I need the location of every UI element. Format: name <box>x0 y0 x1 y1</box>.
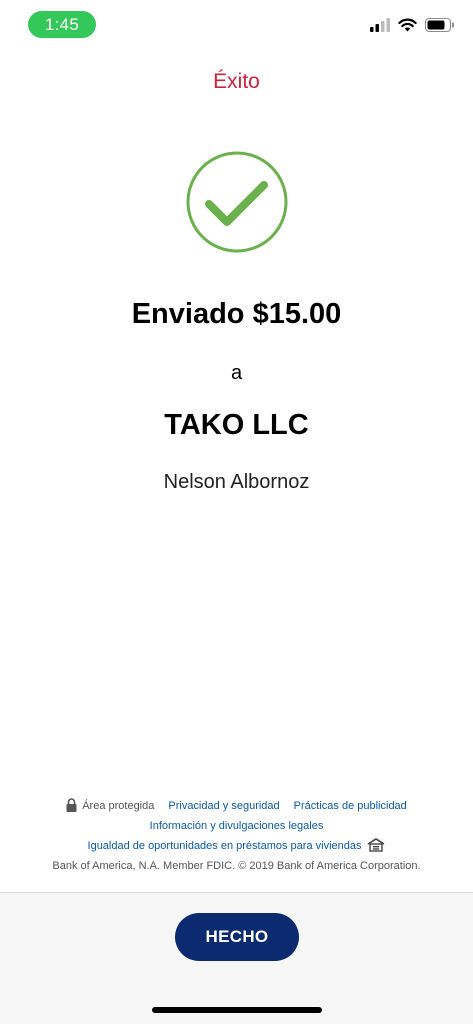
done-button[interactable]: HECHO <box>175 913 299 961</box>
status-time[interactable]: 1:45 <box>28 11 96 38</box>
status-bar: 1:45 <box>0 0 473 50</box>
contact-name: Nelson Albornoz <box>163 471 310 493</box>
secure-area: Área protegida <box>66 797 155 815</box>
equal-housing-group: Igualdad de oportunidades en préstamos p… <box>88 837 386 855</box>
status-icons <box>370 18 455 37</box>
signal-icon <box>370 18 390 37</box>
privacy-link[interactable]: Privacidad y seguridad <box>168 800 279 812</box>
secure-area-label: Área protegida <box>82 800 155 812</box>
bottom-action-area: HECHO <box>0 893 473 1024</box>
footer-row-3: Igualdad de oportunidades en préstamos p… <box>0 836 473 856</box>
lock-icon <box>66 797 77 815</box>
footer-row-1: Área protegida Privacidad y seguridad Pr… <box>0 796 473 816</box>
to-label: a <box>230 362 243 384</box>
legal-disclosures-link[interactable]: Información y divulgaciones legales <box>150 820 324 832</box>
sent-amount: Enviado $15.00 <box>131 298 342 330</box>
wifi-icon <box>398 18 417 37</box>
footer: Área protegida Privacidad y seguridad Pr… <box>0 796 473 876</box>
copyright-text: Bank of America, N.A. Member FDIC. © 201… <box>52 860 421 872</box>
footer-row-2: Información y divulgaciones legales <box>0 816 473 836</box>
equal-housing-link[interactable]: Igualdad de oportunidades en préstamos p… <box>88 840 362 852</box>
check-circle-icon <box>186 151 288 253</box>
recipient-name: TAKO LLC <box>164 409 309 441</box>
page-title: Éxito <box>213 70 260 93</box>
home-indicator[interactable] <box>152 1007 322 1013</box>
battery-icon <box>425 18 455 37</box>
equal-housing-icon <box>367 837 385 855</box>
advertising-practices-link[interactable]: Prácticas de publicidad <box>294 800 407 812</box>
